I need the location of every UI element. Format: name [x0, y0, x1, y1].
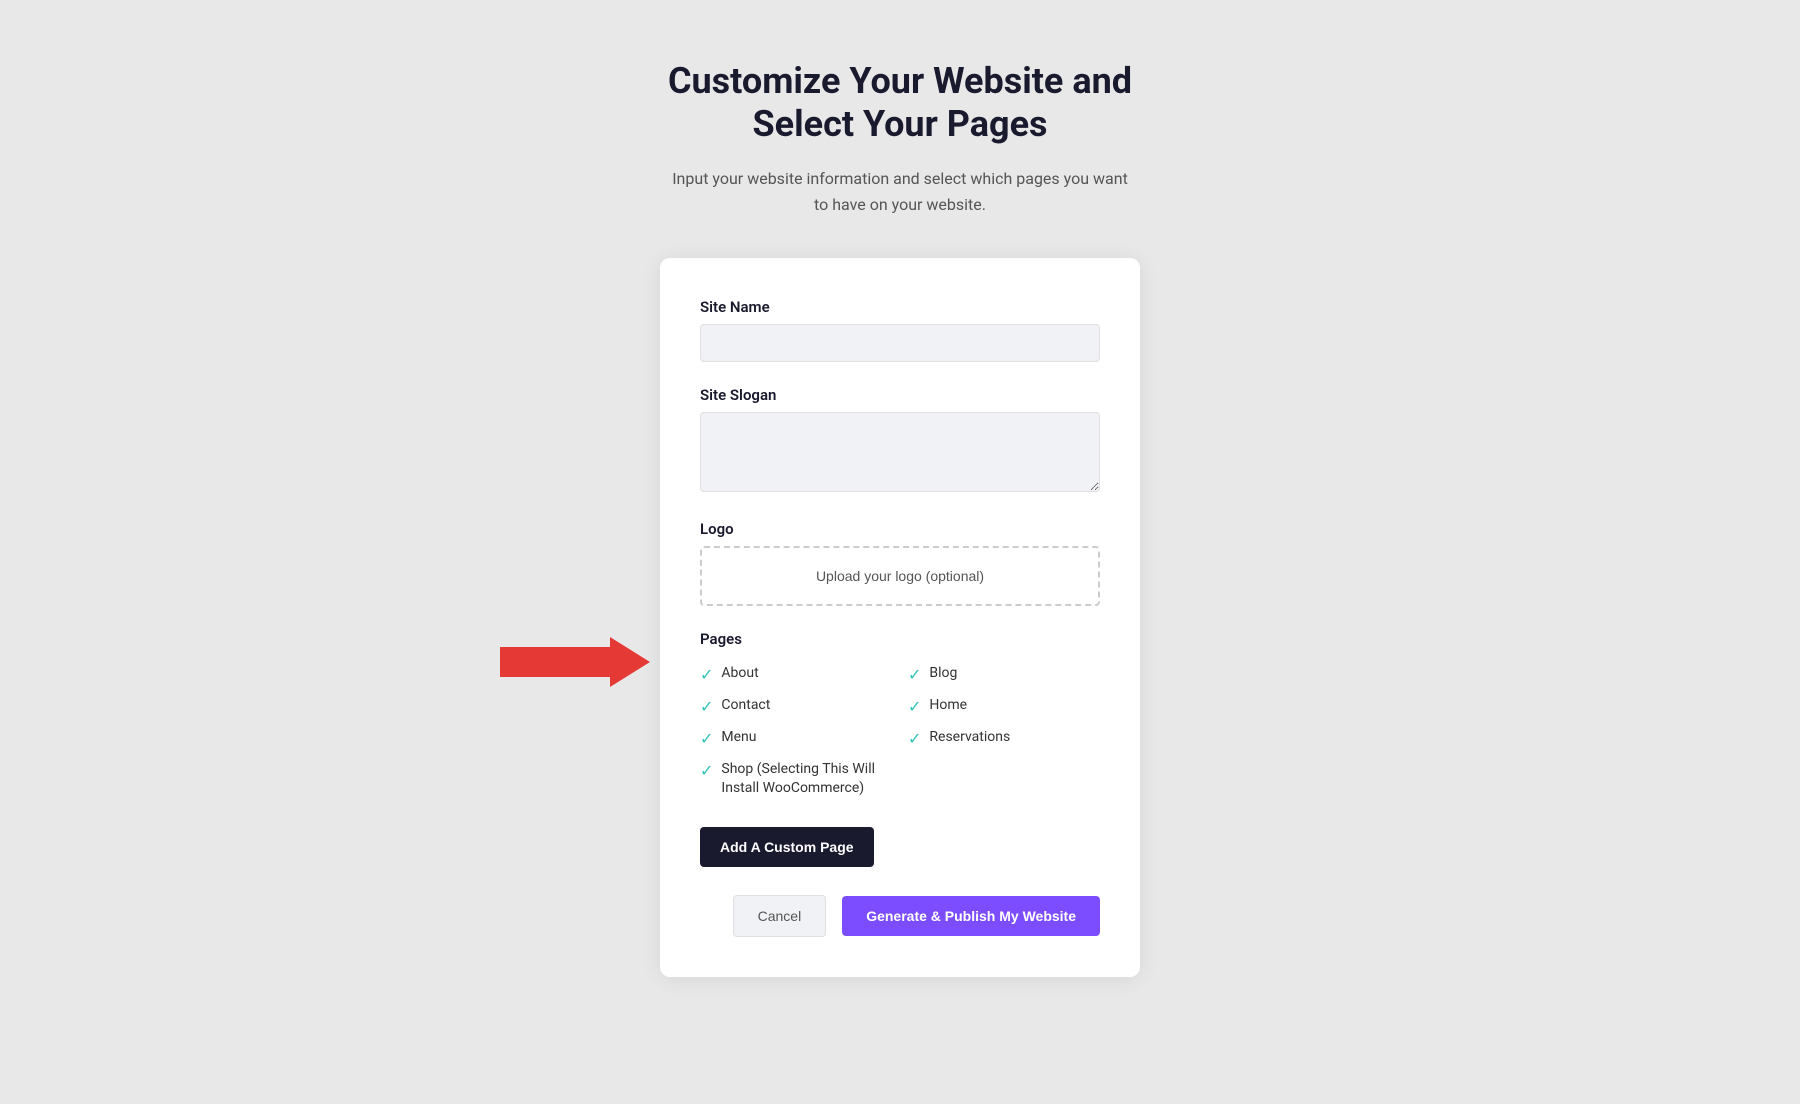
check-icon-reservations: ✓ — [908, 729, 921, 748]
form-card: Site Name Site Slogan Logo Upload your l… — [660, 258, 1140, 977]
footer-actions: Cancel Generate & Publish My Website — [700, 895, 1100, 937]
logo-label: Logo — [700, 520, 1100, 538]
publish-button[interactable]: Generate & Publish My Website — [842, 896, 1100, 936]
page-item-shop[interactable]: ✓ Shop (Selecting This Will Install WooC… — [700, 760, 892, 799]
site-slogan-field-group: Site Slogan — [700, 386, 1100, 496]
page-item-contact[interactable]: ✓ Contact — [700, 696, 892, 716]
page-label-blog: Blog — [929, 664, 957, 684]
page-item-about[interactable]: ✓ About — [700, 664, 892, 684]
logo-field-group: Logo Upload your logo (optional) — [700, 520, 1100, 606]
page-item-home[interactable]: ✓ Home — [908, 696, 1100, 716]
site-name-field-group: Site Name — [700, 298, 1100, 362]
page-item-blog[interactable]: ✓ Blog — [908, 664, 1100, 684]
page-subtitle: Input your website information and selec… — [670, 166, 1130, 217]
page-label-menu: Menu — [721, 728, 756, 748]
page-item-reservations[interactable]: ✓ Reservations — [908, 728, 1100, 748]
pages-label: Pages — [700, 630, 1100, 648]
check-icon-shop: ✓ — [700, 761, 713, 780]
site-slogan-label: Site Slogan — [700, 386, 1100, 404]
add-custom-page-button[interactable]: Add A Custom Page — [700, 827, 874, 867]
check-icon-menu: ✓ — [700, 729, 713, 748]
cancel-button[interactable]: Cancel — [733, 895, 827, 937]
pages-grid: ✓ About ✓ Blog ✓ Contact ✓ Home ✓ Menu — [700, 664, 1100, 799]
check-icon-home: ✓ — [908, 697, 921, 716]
page-item-menu[interactable]: ✓ Menu — [700, 728, 892, 748]
page-label-home: Home — [929, 696, 967, 716]
check-icon-blog: ✓ — [908, 665, 921, 684]
site-slogan-input[interactable] — [700, 412, 1100, 492]
logo-upload-button[interactable]: Upload your logo (optional) — [700, 546, 1100, 606]
page-label-contact: Contact — [721, 696, 770, 716]
arrow-indicator — [500, 637, 650, 687]
page-title: Customize Your Website and Select Your P… — [668, 60, 1132, 146]
page-label-shop: Shop (Selecting This Will Install WooCom… — [721, 760, 892, 799]
site-name-label: Site Name — [700, 298, 1100, 316]
page-label-reservations: Reservations — [929, 728, 1010, 748]
check-icon-about: ✓ — [700, 665, 713, 684]
check-icon-contact: ✓ — [700, 697, 713, 716]
page-label-about: About — [721, 664, 758, 684]
site-name-input[interactable] — [700, 324, 1100, 362]
pages-field-group: Pages ✓ About ✓ Blog ✓ Contact ✓ Home — [700, 630, 1100, 799]
